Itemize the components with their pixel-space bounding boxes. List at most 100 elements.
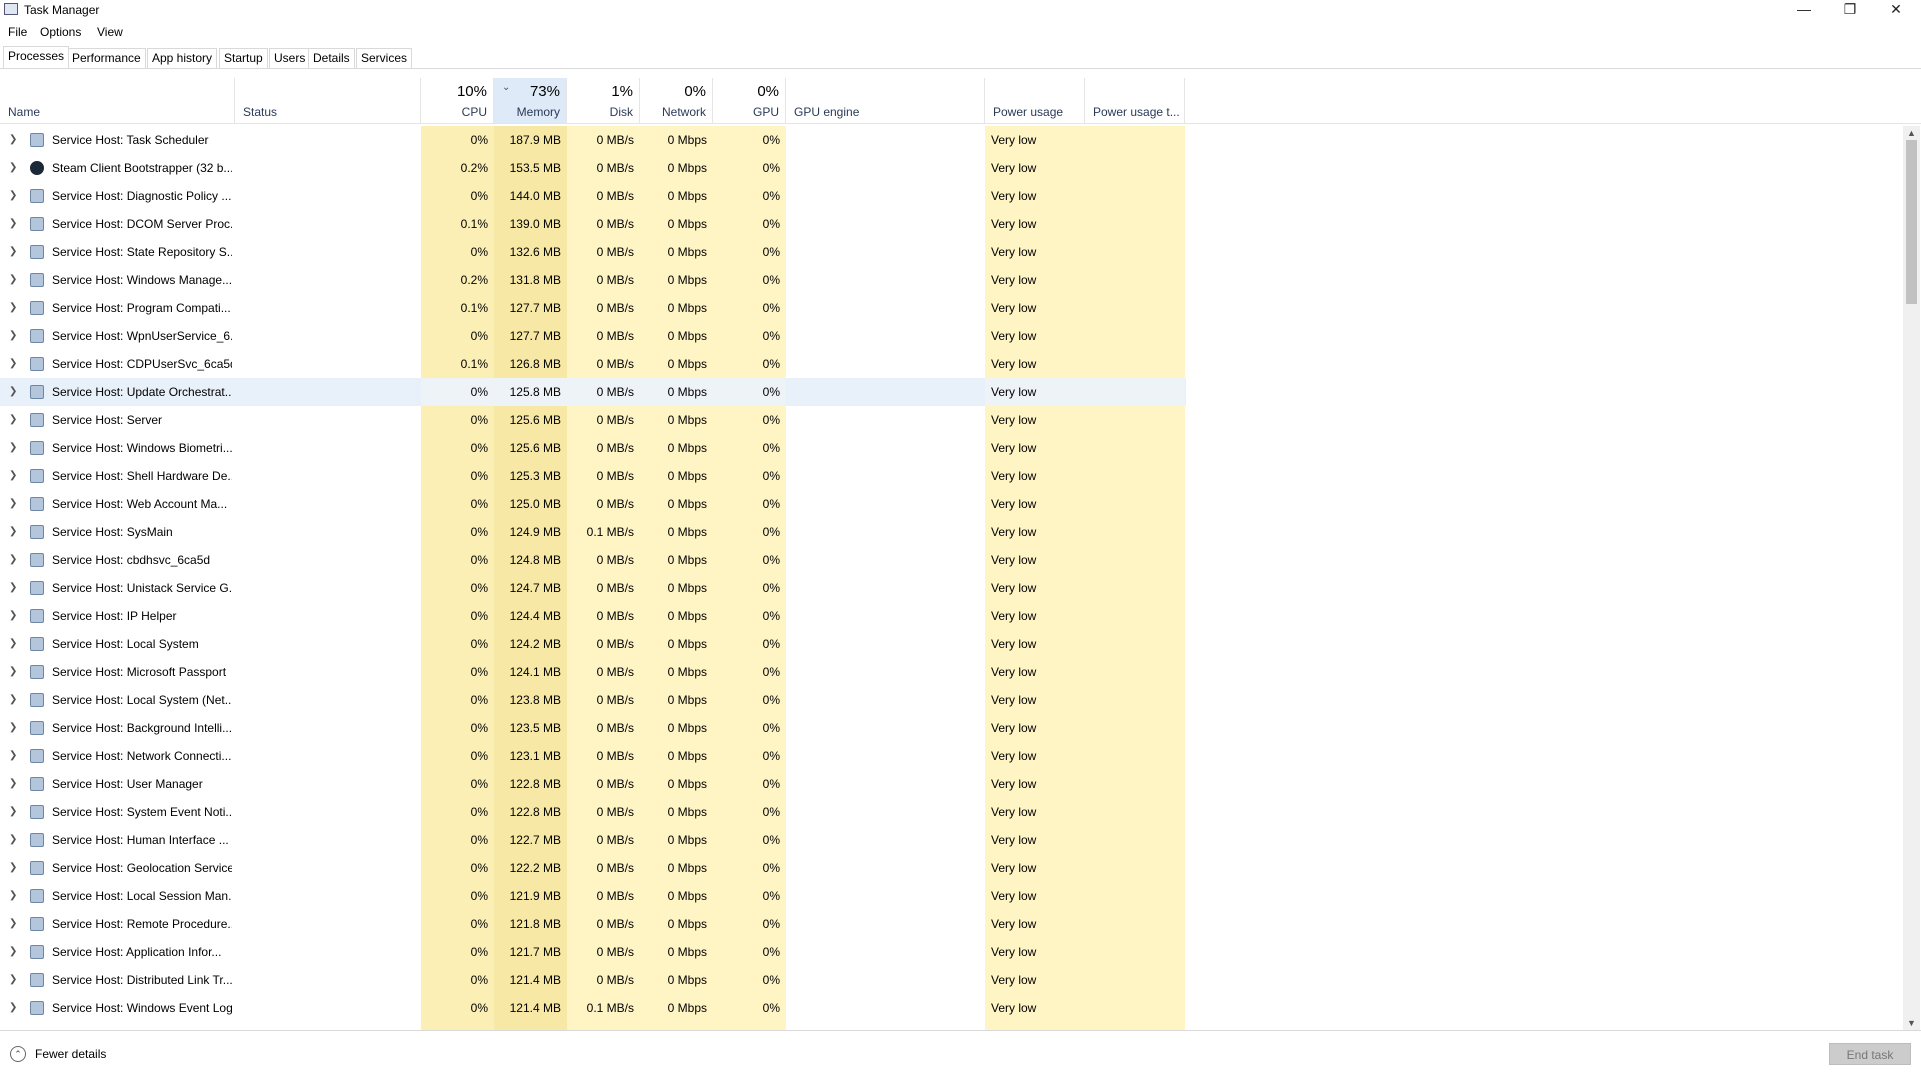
chevron-right-icon[interactable]: ❯ bbox=[9, 154, 17, 182]
power-cell: Very low bbox=[991, 665, 1037, 679]
col-status-header[interactable]: Status bbox=[235, 78, 421, 123]
table-row[interactable]: ❯ Service Host: Server 0% 125.6 MB 0 MB/s 0 M… bbox=[0, 406, 1186, 434]
table-row[interactable]: ❯ Service Host: Microsoft Passport 0% 124.1… bbox=[0, 658, 1186, 686]
scrollbar-thumb[interactable] bbox=[1906, 140, 1917, 304]
chevron-right-icon[interactable]: ❯ bbox=[9, 966, 17, 994]
chevron-right-icon[interactable]: ❯ bbox=[9, 714, 17, 742]
table-row[interactable]: ❯ Service Host: Distributed Link Tr... 0% 1… bbox=[0, 966, 1186, 994]
chevron-right-icon[interactable]: ❯ bbox=[9, 882, 17, 910]
table-row[interactable]: ❯ Service Host: State Repository S... 0% 13… bbox=[0, 238, 1186, 266]
chevron-right-icon[interactable]: ❯ bbox=[9, 686, 17, 714]
chevron-right-icon[interactable]: ❯ bbox=[9, 378, 17, 406]
chevron-right-icon[interactable]: ❯ bbox=[9, 350, 17, 378]
menu-options[interactable]: Options bbox=[40, 25, 81, 39]
table-row[interactable]: ❯ Service Host: SysMain 0% 124.9 MB 0.1 MB/s… bbox=[0, 518, 1186, 546]
chevron-right-icon[interactable]: ❯ bbox=[9, 994, 17, 1022]
end-task-button[interactable]: End task bbox=[1829, 1043, 1911, 1065]
tab-processes[interactable]: Processes bbox=[3, 46, 70, 68]
table-row[interactable]: ❯ Service Host: Windows Manage... 0.2% 131.… bbox=[0, 266, 1186, 294]
table-row[interactable]: ❯ Service Host: Task Scheduler 0% 187.9 MB 0… bbox=[0, 126, 1186, 154]
table-row[interactable]: ❯ Service Host: Background Intelli... 0% 12… bbox=[0, 714, 1186, 742]
tab-startup[interactable]: Startup bbox=[219, 48, 268, 68]
chevron-right-icon[interactable]: ❯ bbox=[9, 770, 17, 798]
chevron-right-icon[interactable]: ❯ bbox=[9, 462, 17, 490]
chevron-right-icon[interactable]: ❯ bbox=[9, 826, 17, 854]
tab-services[interactable]: Services bbox=[356, 48, 413, 68]
chevron-right-icon[interactable]: ❯ bbox=[9, 798, 17, 826]
tab-details[interactable]: Details bbox=[308, 48, 355, 68]
chevron-right-icon[interactable]: ❯ bbox=[9, 322, 17, 350]
chevron-right-icon[interactable]: ❯ bbox=[9, 266, 17, 294]
chevron-right-icon[interactable]: ❯ bbox=[9, 658, 17, 686]
menu-view[interactable]: View bbox=[97, 25, 123, 39]
table-row[interactable]: ❯ Service Host: Network Connecti... 0% 123.… bbox=[0, 742, 1186, 770]
table-row[interactable]: ❯ Service Host: User Manager 0% 122.8 MB 0 M… bbox=[0, 770, 1186, 798]
chevron-right-icon[interactable]: ❯ bbox=[9, 406, 17, 434]
table-row[interactable]: ❯ Service Host: Unistack Service G... 0% 12… bbox=[0, 574, 1186, 602]
table-row[interactable]: ❯ Service Host: Windows Event Log 0% 121.4 … bbox=[0, 994, 1186, 1022]
chevron-right-icon[interactable]: ❯ bbox=[9, 630, 17, 658]
table-row[interactable]: ❯ Service Host: Shell Hardware De... 0% 125… bbox=[0, 462, 1186, 490]
scroll-up-icon[interactable]: ▲ bbox=[1903, 126, 1920, 140]
chevron-right-icon[interactable]: ❯ bbox=[9, 182, 17, 210]
vertical-scrollbar[interactable]: ▲ ▼ bbox=[1903, 126, 1920, 1030]
menu-file[interactable]: File bbox=[8, 25, 27, 39]
table-row[interactable]: ❯ Service Host: Program Compati... 0.1% 127… bbox=[0, 294, 1186, 322]
chevron-right-icon[interactable]: ❯ bbox=[9, 602, 17, 630]
table-row[interactable]: ❯ Service Host: Human Interface ... 0% 122.… bbox=[0, 826, 1186, 854]
chevron-right-icon[interactable]: ❯ bbox=[9, 490, 17, 518]
table-row[interactable]: ❯ Service Host: Diagnostic Policy ... 0% 14… bbox=[0, 182, 1186, 210]
table-row[interactable]: ❯ Service Host: Geolocation Service 0% 122.… bbox=[0, 854, 1186, 882]
chevron-right-icon[interactable]: ❯ bbox=[9, 546, 17, 574]
col-disk-header[interactable]: 1% Disk bbox=[567, 78, 640, 123]
col-power-trend-header[interactable]: Power usage t... bbox=[1085, 78, 1185, 123]
chevron-right-icon[interactable]: ❯ bbox=[9, 238, 17, 266]
table-row[interactable]: ❯ Service Host: CDPUserSvc_6ca5d 0.1% 126.8… bbox=[0, 350, 1186, 378]
col-power-header[interactable]: Power usage bbox=[985, 78, 1085, 123]
memory-cell: 124.9 MB bbox=[509, 525, 561, 539]
col-memory-header[interactable]: ⌄ 73% Memory bbox=[494, 78, 567, 123]
table-row[interactable]: ❯ Service Host: WpnUserService_6... 0% 127.… bbox=[0, 322, 1186, 350]
chevron-right-icon[interactable]: ❯ bbox=[9, 910, 17, 938]
table-row[interactable]: ❯ Service Host: Web Account Ma... 0% 125.0 … bbox=[0, 490, 1186, 518]
close-button[interactable]: ✕ bbox=[1873, 0, 1919, 20]
table-row[interactable]: ❯ Steam Client Bootstrapper (32 b... 0.2% 1… bbox=[0, 154, 1186, 182]
table-row[interactable]: ❯ Service Host: IP Helper 0% 124.4 MB 0 MB/s… bbox=[0, 602, 1186, 630]
chevron-right-icon[interactable]: ❯ bbox=[9, 854, 17, 882]
col-network-header[interactable]: 0% Network bbox=[640, 78, 713, 123]
chevron-right-icon[interactable]: ❯ bbox=[9, 294, 17, 322]
tab-performance[interactable]: Performance bbox=[67, 48, 146, 68]
power-cell: Very low bbox=[991, 805, 1037, 819]
minimize-button[interactable]: — bbox=[1781, 0, 1827, 20]
scroll-down-icon[interactable]: ▼ bbox=[1903, 1016, 1920, 1030]
chevron-right-icon[interactable]: ❯ bbox=[9, 126, 17, 154]
table-row[interactable]: ❯ Service Host: System Event Noti... 0% 122… bbox=[0, 798, 1186, 826]
maximize-button[interactable]: ❐ bbox=[1827, 0, 1873, 20]
chevron-right-icon[interactable]: ❯ bbox=[9, 434, 17, 462]
sort-descending-icon: ⌄ bbox=[502, 82, 511, 93]
table-row[interactable]: ❯ Service Host: cbdhsvc_6ca5d 0% 124.8 MB 0 … bbox=[0, 546, 1186, 574]
tab-users[interactable]: Users bbox=[269, 48, 311, 68]
table-row[interactable]: ❯ Service Host: DCOM Server Proc... 0.1% 13… bbox=[0, 210, 1186, 238]
table-row[interactable]: ❯ Service Host: Windows Biometri... 0% 125.… bbox=[0, 434, 1186, 462]
col-gpu-engine-header[interactable]: GPU engine bbox=[786, 78, 985, 123]
chevron-up-icon[interactable]: ⌃ bbox=[10, 1046, 26, 1062]
col-gpu-header[interactable]: 0% GPU bbox=[713, 78, 786, 123]
chevron-right-icon[interactable]: ❯ bbox=[9, 742, 17, 770]
col-name-header[interactable]: Name bbox=[0, 78, 235, 123]
process-name: Service Host: Diagnostic Policy ... bbox=[52, 189, 232, 203]
table-row[interactable]: ❯ Service Host: Update Orchestrat... 0% 125… bbox=[0, 378, 1186, 406]
fewer-details-link[interactable]: Fewer details bbox=[35, 1047, 106, 1061]
tab-app-history[interactable]: App history bbox=[147, 48, 218, 68]
table-row[interactable]: ❯ Service Host: Local System 0% 124.2 MB 0 M… bbox=[0, 630, 1186, 658]
table-row[interactable]: ❯ Service Host: Application Infor... 0% 121… bbox=[0, 938, 1186, 966]
chevron-right-icon[interactable]: ❯ bbox=[9, 938, 17, 966]
table-row[interactable]: ❯ Service Host: Local Session Man... 0% 121… bbox=[0, 882, 1186, 910]
chevron-right-icon[interactable]: ❯ bbox=[9, 574, 17, 602]
chevron-right-icon[interactable]: ❯ bbox=[9, 210, 17, 238]
table-row[interactable]: ❯ Service Host: Local System (Net... 0% 123… bbox=[0, 686, 1186, 714]
table-row[interactable]: ❯ Service Host: Remote Procedure... 0% 121.… bbox=[0, 910, 1186, 938]
chevron-right-icon[interactable]: ❯ bbox=[9, 518, 17, 546]
col-cpu-header[interactable]: 10% CPU bbox=[421, 78, 494, 123]
disk-cell: 0 MB/s bbox=[596, 301, 634, 315]
